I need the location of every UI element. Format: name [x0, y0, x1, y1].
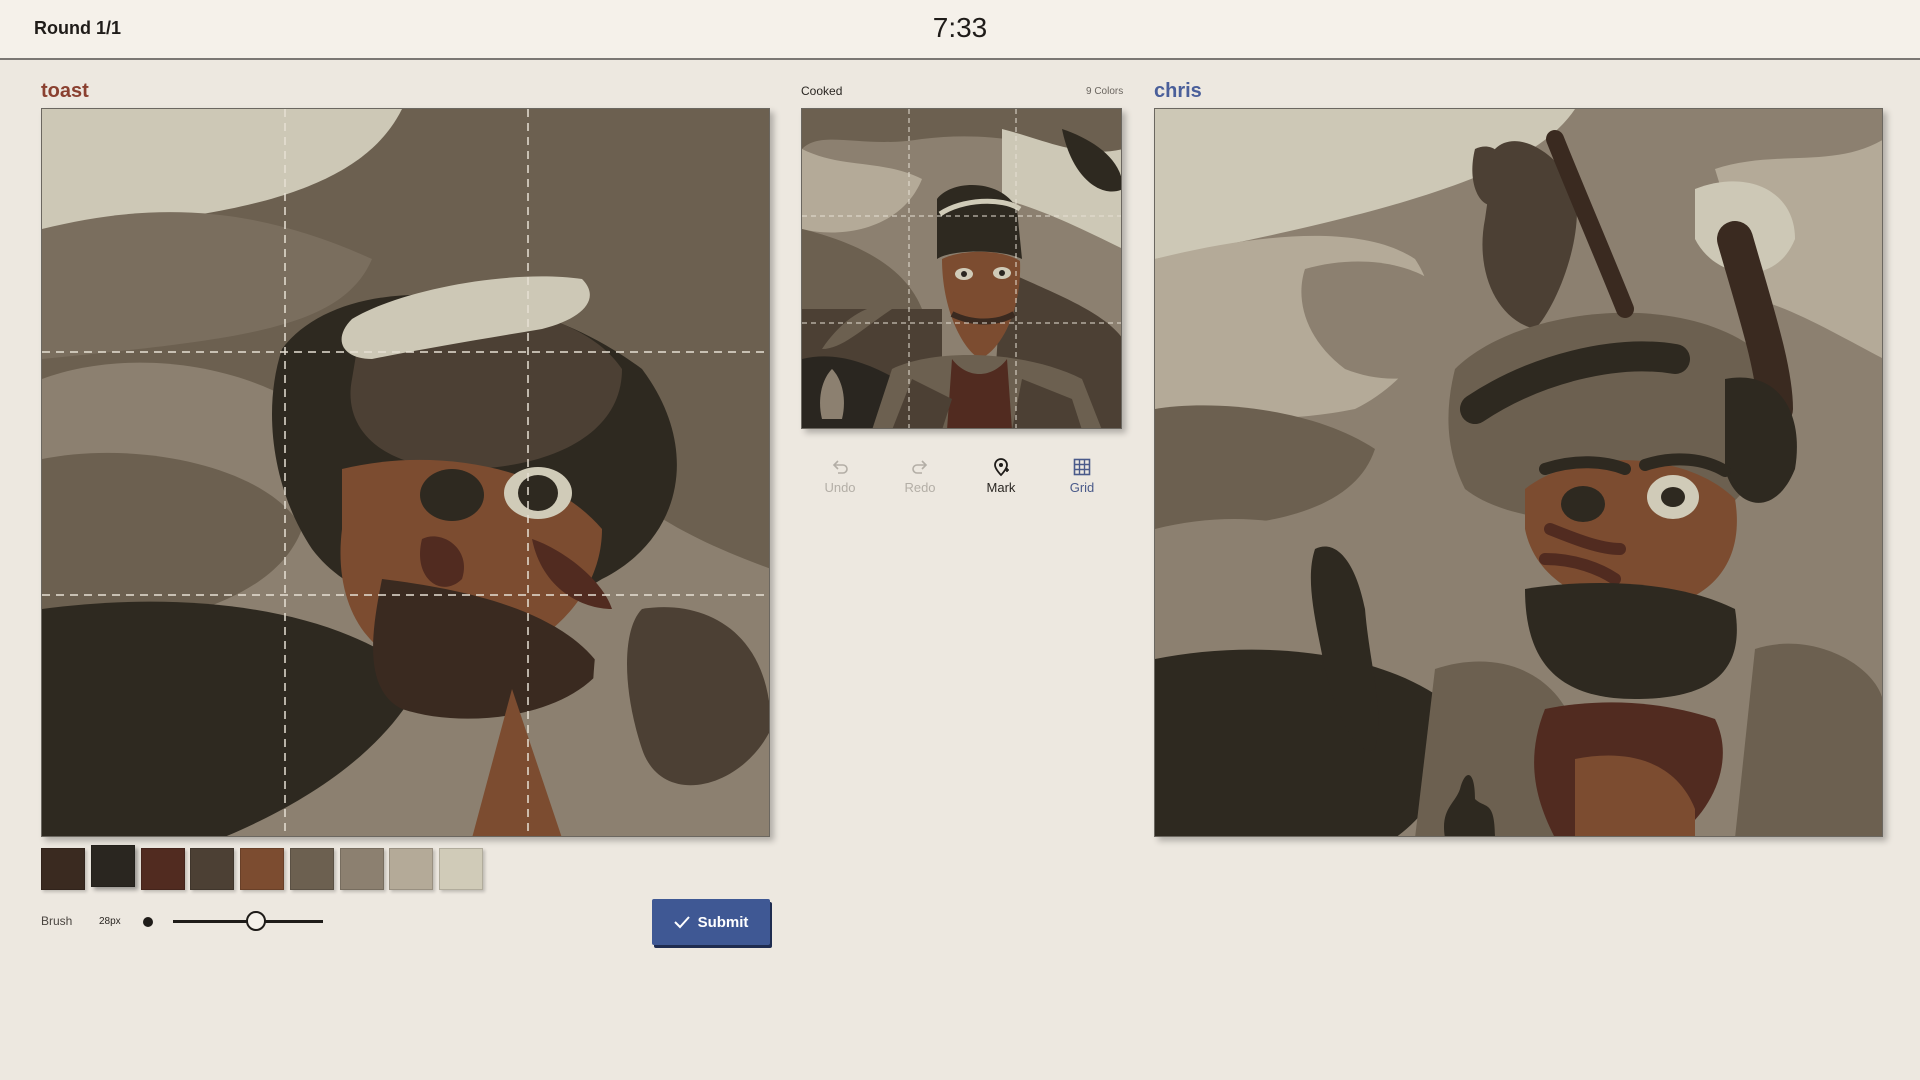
brush-slider-thumb[interactable]	[245, 911, 266, 931]
color-swatch[interactable]	[141, 848, 185, 890]
color-swatch[interactable]	[340, 848, 384, 890]
submit-label: Submit	[697, 913, 749, 931]
color-swatch[interactable]	[389, 848, 433, 890]
player-name-left: toast	[41, 80, 89, 102]
mark-pin-icon	[994, 458, 1009, 477]
color-swatch[interactable]	[290, 848, 334, 890]
top-bar: Round 1/1 7:33	[0, 0, 1920, 60]
reference-color-count: 9 Colors	[1086, 86, 1124, 97]
color-swatch[interactable]	[439, 848, 483, 890]
color-swatch-selected[interactable]	[91, 845, 135, 887]
redo-label: Redo	[904, 480, 936, 495]
undo-icon	[832, 460, 848, 474]
brush-preview-icon	[143, 917, 153, 927]
reference-title: Cooked	[801, 84, 843, 98]
mark-button[interactable]: Mark	[971, 456, 1031, 495]
color-swatch[interactable]	[41, 848, 85, 890]
check-icon	[673, 916, 690, 929]
player-name-right: chris	[1154, 80, 1202, 102]
mark-label: Mark	[986, 480, 1016, 495]
color-swatch[interactable]	[240, 848, 284, 890]
undo-label: Undo	[824, 480, 856, 495]
brush-label: Brush	[41, 914, 73, 928]
countdown-timer: 7:33	[932, 12, 988, 43]
redo-button[interactable]: Redo	[890, 456, 950, 495]
brush-size-value: 28px	[99, 916, 121, 927]
grid-icon	[1073, 458, 1091, 476]
grid-button[interactable]: Grid	[1052, 456, 1112, 495]
drawing-canvas[interactable]	[41, 108, 770, 837]
submit-button[interactable]: Submit	[652, 899, 770, 945]
reference-image	[801, 108, 1122, 429]
redo-icon	[912, 460, 928, 474]
opponent-canvas	[1154, 108, 1883, 837]
grid-label: Grid	[1069, 480, 1095, 495]
undo-button[interactable]: Undo	[810, 456, 870, 495]
color-swatch[interactable]	[190, 848, 234, 890]
